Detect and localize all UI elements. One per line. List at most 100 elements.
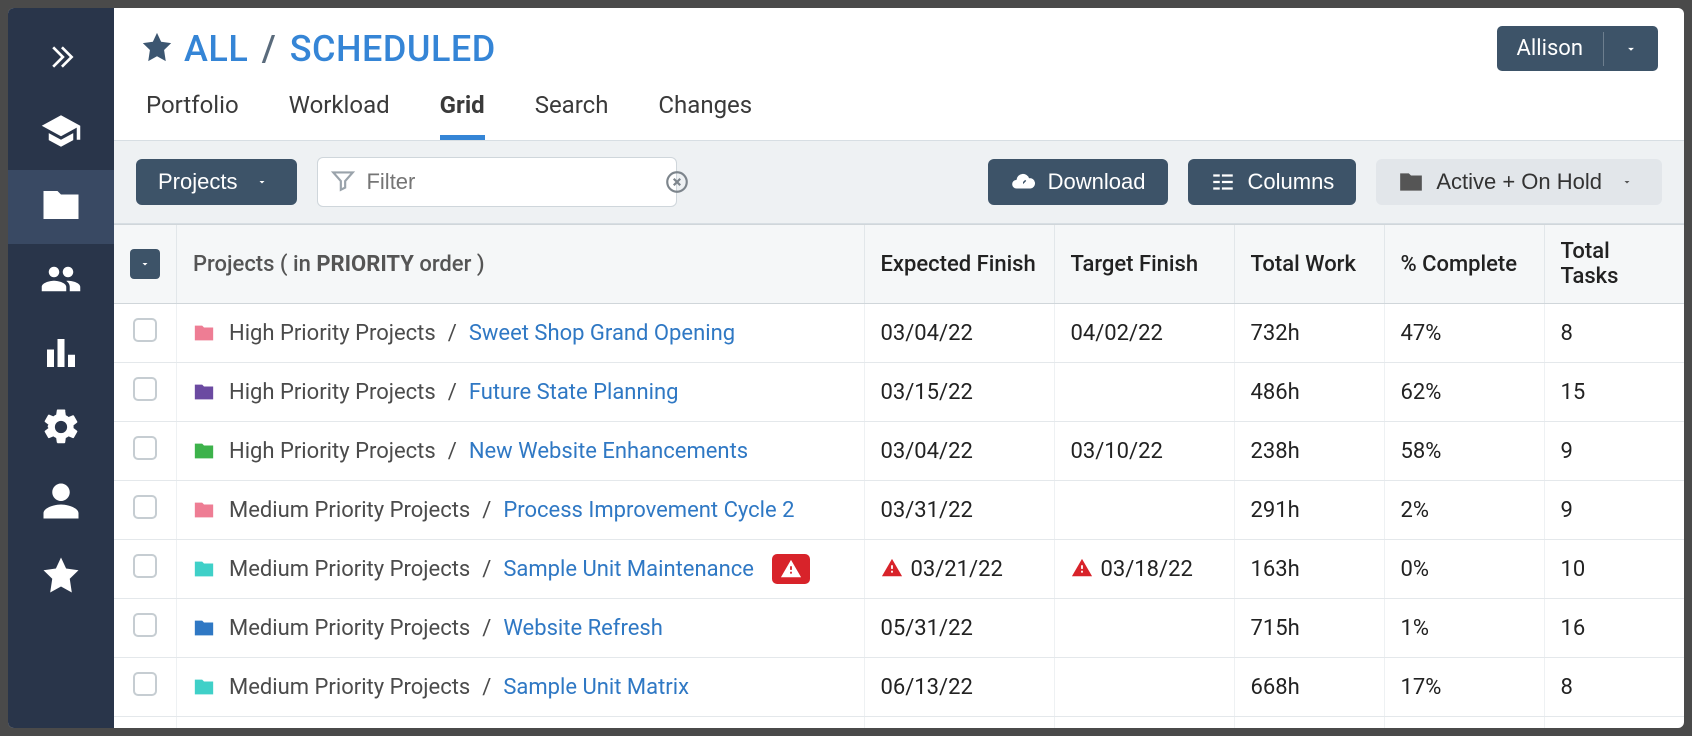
project-link[interactable]: Sample Unit Matrix	[503, 675, 689, 700]
cell-total-work: 238h	[1234, 422, 1384, 481]
projects-dropdown-button[interactable]: Projects	[136, 159, 297, 205]
alert-icon	[881, 557, 911, 582]
tab-portfolio[interactable]: Portfolio	[146, 85, 239, 140]
col-projects-strong: PRIORITY	[316, 252, 414, 277]
row-checkbox[interactable]	[133, 436, 157, 460]
project-link[interactable]: Sweet Shop Grand Opening	[469, 321, 735, 346]
cell-target-finish	[1054, 599, 1234, 658]
sidebar	[8, 8, 114, 728]
row-checkbox[interactable]	[133, 377, 157, 401]
row-checkbox[interactable]	[133, 318, 157, 342]
bar-chart-icon	[40, 332, 82, 378]
row-checkbox[interactable]	[133, 672, 157, 696]
project-link[interactable]: Future State Planning	[469, 380, 679, 405]
page-title: ALL / SCHEDULED	[184, 28, 496, 70]
column-header-projects[interactable]: Projects ( in PRIORITY order )	[177, 225, 865, 304]
projects-dropdown-label: Projects	[158, 169, 237, 195]
column-header-expected-finish[interactable]: Expected Finish	[864, 225, 1054, 304]
cell-expected-finish: 06/13/22	[864, 658, 1054, 717]
columns-label: Columns	[1248, 169, 1335, 195]
project-link[interactable]: Process Improvement Cycle 2	[503, 498, 794, 523]
main-content: ALL / SCHEDULED Allison Portfolio Worklo…	[114, 8, 1684, 728]
breadcrumb-separator: /	[262, 28, 277, 70]
cell-percent-complete: 62%	[1384, 363, 1544, 422]
sidebar-item-people[interactable]	[8, 244, 114, 318]
table-row: Medium Priority Projects / Sample Unit M…	[114, 658, 1684, 717]
user-menu-dropdown[interactable]: Allison	[1497, 26, 1658, 71]
cell-expected-finish: 03/04/22	[864, 422, 1054, 481]
titlebar: ALL / SCHEDULED Allison	[114, 8, 1684, 75]
cell-total-work: 163h	[1234, 540, 1384, 599]
clear-filter-button[interactable]	[664, 169, 690, 195]
tab-grid[interactable]: Grid	[440, 85, 485, 140]
sidebar-item-projects[interactable]	[8, 170, 114, 244]
cell-expected-finish: 03/04/22	[864, 304, 1054, 363]
column-header-percent-complete[interactable]: % Complete	[1384, 225, 1544, 304]
path-separator: /	[482, 616, 491, 641]
cell-percent-complete: 0%	[1384, 717, 1544, 729]
path-separator: /	[448, 380, 457, 405]
path-separator: /	[448, 321, 457, 346]
favorite-star-button[interactable]	[140, 30, 174, 68]
project-link[interactable]: Website Refresh	[503, 616, 663, 641]
tab-changes[interactable]: Changes	[658, 85, 752, 140]
table-row: Low Priority Projects / Meltaway License…	[114, 717, 1684, 729]
project-cell: Medium Priority Projects / Sample Unit M…	[193, 554, 848, 584]
row-checkbox[interactable]	[133, 613, 157, 637]
filter-input[interactable]	[366, 169, 654, 195]
project-cell: High Priority Projects / Future State Pl…	[193, 380, 848, 405]
cell-expected-finish: 05/31/22	[864, 599, 1054, 658]
sidebar-item-favorites[interactable]	[8, 540, 114, 614]
column-header-menu	[114, 225, 177, 304]
cell-percent-complete: 0%	[1384, 540, 1544, 599]
person-icon	[40, 480, 82, 526]
cell-percent-complete: 2%	[1384, 481, 1544, 540]
folder-icon	[193, 617, 215, 639]
table-row: Medium Priority Projects / Process Impro…	[114, 481, 1684, 540]
breadcrumb-current[interactable]: SCHEDULED	[290, 28, 496, 70]
folder-icon	[40, 184, 82, 230]
cell-total-tasks: 8	[1544, 304, 1684, 363]
cell-total-tasks: 9	[1544, 422, 1684, 481]
user-name-label: Allison	[1497, 26, 1603, 71]
columns-button[interactable]: Columns	[1188, 159, 1357, 205]
cell-percent-complete: 1%	[1384, 599, 1544, 658]
tab-search[interactable]: Search	[535, 85, 609, 140]
cell-total-work: 486h	[1234, 363, 1384, 422]
caret-down-icon	[1603, 32, 1658, 66]
breadcrumb-root[interactable]: ALL	[184, 28, 248, 70]
view-tabs: Portfolio Workload Grid Search Changes	[114, 75, 1684, 140]
folder-icon	[1398, 169, 1424, 195]
chevron-double-right-icon	[46, 42, 76, 76]
cell-percent-complete: 17%	[1384, 658, 1544, 717]
tab-workload[interactable]: Workload	[289, 85, 390, 140]
cell-total-work: 291h	[1234, 481, 1384, 540]
cell-target-finish	[1054, 717, 1234, 729]
column-header-target-finish[interactable]: Target Finish	[1054, 225, 1234, 304]
alert-badge[interactable]	[772, 554, 810, 584]
sidebar-item-reports[interactable]	[8, 318, 114, 392]
sidebar-item-settings[interactable]	[8, 392, 114, 466]
row-checkbox[interactable]	[133, 495, 157, 519]
header-menu-button[interactable]	[130, 249, 160, 279]
sidebar-item-profile[interactable]	[8, 466, 114, 540]
column-header-total-tasks[interactable]: Total Tasks	[1544, 225, 1684, 304]
cell-target-finish	[1054, 363, 1234, 422]
folder-icon	[193, 558, 215, 580]
download-button[interactable]: Download	[988, 159, 1168, 205]
sidebar-expand-button[interactable]	[8, 22, 114, 96]
project-link[interactable]: New Website Enhancements	[469, 439, 748, 464]
cell-total-tasks: 25	[1544, 717, 1684, 729]
cell-total-work: 668h	[1234, 658, 1384, 717]
project-path: Medium Priority Projects	[229, 498, 470, 523]
sidebar-item-academy[interactable]	[8, 96, 114, 170]
row-checkbox[interactable]	[133, 554, 157, 578]
project-link[interactable]: Sample Unit Maintenance	[503, 557, 754, 582]
status-filter-label: Active + On Hold	[1436, 169, 1602, 195]
cell-total-work: 732h	[1234, 304, 1384, 363]
column-header-total-work[interactable]: Total Work	[1234, 225, 1384, 304]
table-row: High Priority Projects / Sweet Shop Gran…	[114, 304, 1684, 363]
status-filter-dropdown[interactable]: Active + On Hold	[1376, 159, 1662, 205]
folder-icon	[193, 322, 215, 344]
folder-icon	[193, 499, 215, 521]
